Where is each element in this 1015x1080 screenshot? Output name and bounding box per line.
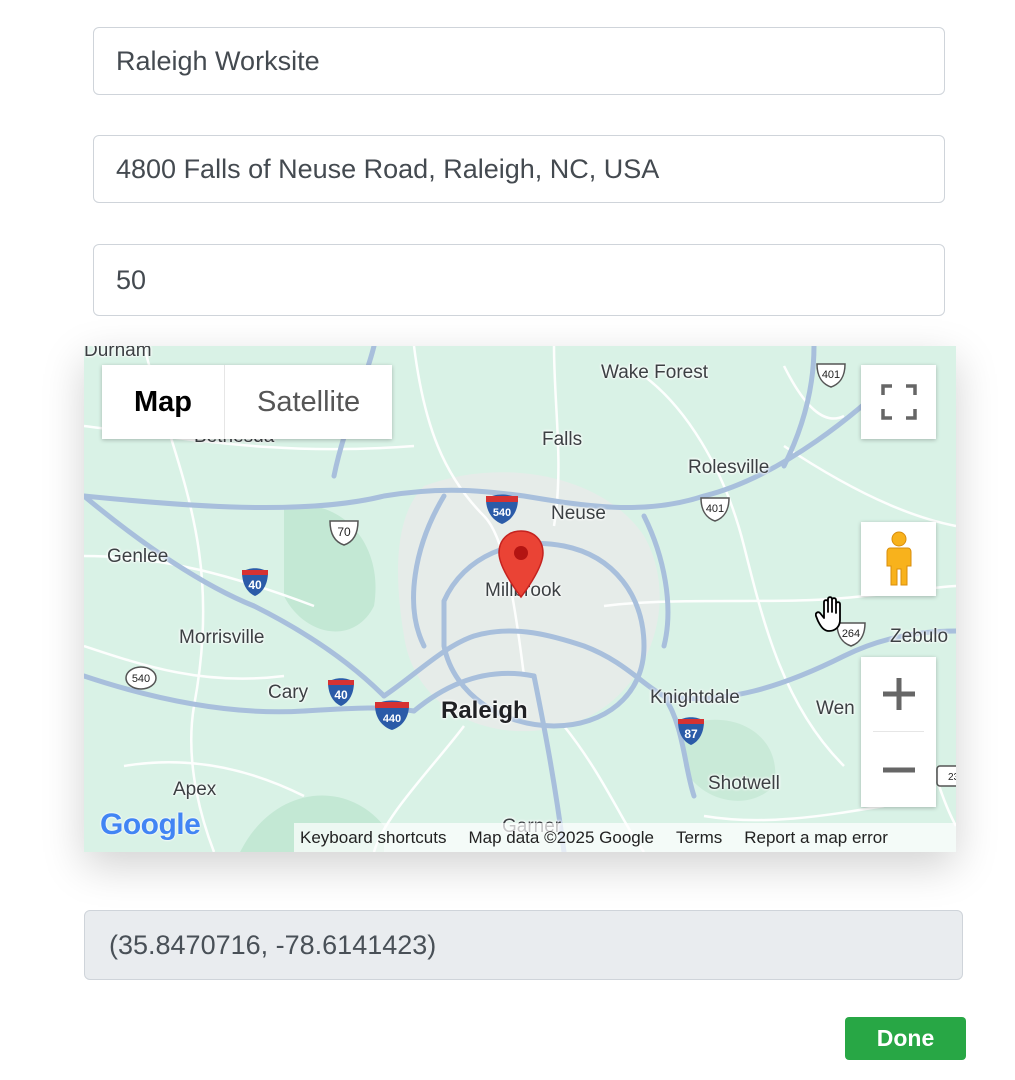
route-shield-us401-mid: 401 bbox=[698, 496, 732, 527]
google-logo: Google bbox=[100, 808, 201, 841]
map-label-zebulon: Zebulo bbox=[890, 626, 949, 647]
map-type-satellite-button[interactable]: Satellite bbox=[225, 365, 392, 439]
done-button[interactable]: Done bbox=[845, 1017, 966, 1060]
report-map-error-link[interactable]: Report a map error bbox=[744, 828, 888, 848]
map-label-wake-forest: Wake Forest bbox=[601, 362, 708, 383]
location-marker-icon[interactable] bbox=[496, 529, 546, 604]
svg-text:540: 540 bbox=[132, 673, 150, 685]
svg-text:540: 540 bbox=[493, 507, 511, 519]
zoom-out-button[interactable] bbox=[861, 733, 936, 807]
svg-text:40: 40 bbox=[248, 578, 262, 592]
plus-icon bbox=[882, 678, 915, 710]
svg-text:40: 40 bbox=[334, 688, 348, 702]
zoom-in-button[interactable] bbox=[861, 657, 936, 731]
zoom-control bbox=[861, 657, 936, 807]
map-label-knightdale: Knightdale bbox=[650, 687, 740, 708]
svg-text:401: 401 bbox=[706, 503, 724, 515]
svg-text:231: 231 bbox=[948, 772, 956, 783]
fullscreen-button[interactable] bbox=[861, 365, 936, 439]
address-input[interactable] bbox=[93, 135, 945, 203]
svg-text:70: 70 bbox=[337, 525, 351, 539]
hand-cursor-icon bbox=[814, 594, 849, 639]
map-label-durham: Durham bbox=[84, 346, 152, 361]
route-shield-i40-mid: 40 bbox=[326, 677, 356, 712]
svg-text:440: 440 bbox=[383, 713, 401, 725]
map-label-cary: Cary bbox=[268, 682, 309, 703]
route-shield-us401-top: 401 bbox=[814, 362, 848, 393]
worksite-name-input[interactable] bbox=[93, 27, 945, 95]
map-label-apex: Apex bbox=[173, 779, 217, 800]
map-type-control: Map Satellite bbox=[102, 365, 393, 439]
map-label-raleigh: Raleigh bbox=[441, 697, 528, 724]
map-label-genlee: Genlee bbox=[107, 546, 169, 567]
street-view-pegman-button[interactable] bbox=[861, 522, 936, 596]
map-label-wendell: Wen bbox=[816, 698, 855, 719]
minus-icon bbox=[882, 767, 915, 773]
map-label-rolesville: Rolesville bbox=[688, 457, 770, 478]
route-shield-i40-left: 40 bbox=[240, 567, 270, 602]
map-label-neuse: Neuse bbox=[551, 503, 606, 524]
map[interactable]: Durham Bethesda Wake Forest Falls Rolesv… bbox=[84, 346, 956, 852]
radius-input[interactable] bbox=[93, 244, 945, 316]
map-label-falls: Falls bbox=[542, 429, 583, 450]
route-shield-nc540-left: 540 bbox=[124, 665, 158, 696]
route-shield-us70: 70 bbox=[327, 519, 361, 552]
map-type-map-button[interactable]: Map bbox=[102, 365, 225, 439]
route-shield-edge-231: 231 bbox=[936, 764, 956, 793]
coordinates-field: (35.8470716, -78.6141423) bbox=[84, 910, 963, 980]
pegman-icon bbox=[886, 531, 911, 586]
map-attribution-bar: Keyboard shortcuts Map data ©2025 Google… bbox=[294, 823, 956, 852]
route-shield-i87: 87 bbox=[676, 716, 706, 751]
map-label-morrisville: Morrisville bbox=[179, 627, 265, 648]
route-shield-i440: 440 bbox=[373, 699, 411, 736]
zoom-divider bbox=[873, 731, 924, 732]
terms-link[interactable]: Terms bbox=[676, 828, 722, 848]
svg-text:401: 401 bbox=[822, 369, 840, 381]
keyboard-shortcuts-link[interactable]: Keyboard shortcuts bbox=[300, 828, 446, 848]
map-data-attribution: Map data ©2025 Google bbox=[468, 827, 654, 847]
fullscreen-icon bbox=[880, 384, 917, 420]
map-label-shotwell: Shotwell bbox=[708, 773, 780, 794]
svg-text:87: 87 bbox=[684, 727, 698, 741]
route-shield-i540-top: 540 bbox=[484, 493, 520, 530]
